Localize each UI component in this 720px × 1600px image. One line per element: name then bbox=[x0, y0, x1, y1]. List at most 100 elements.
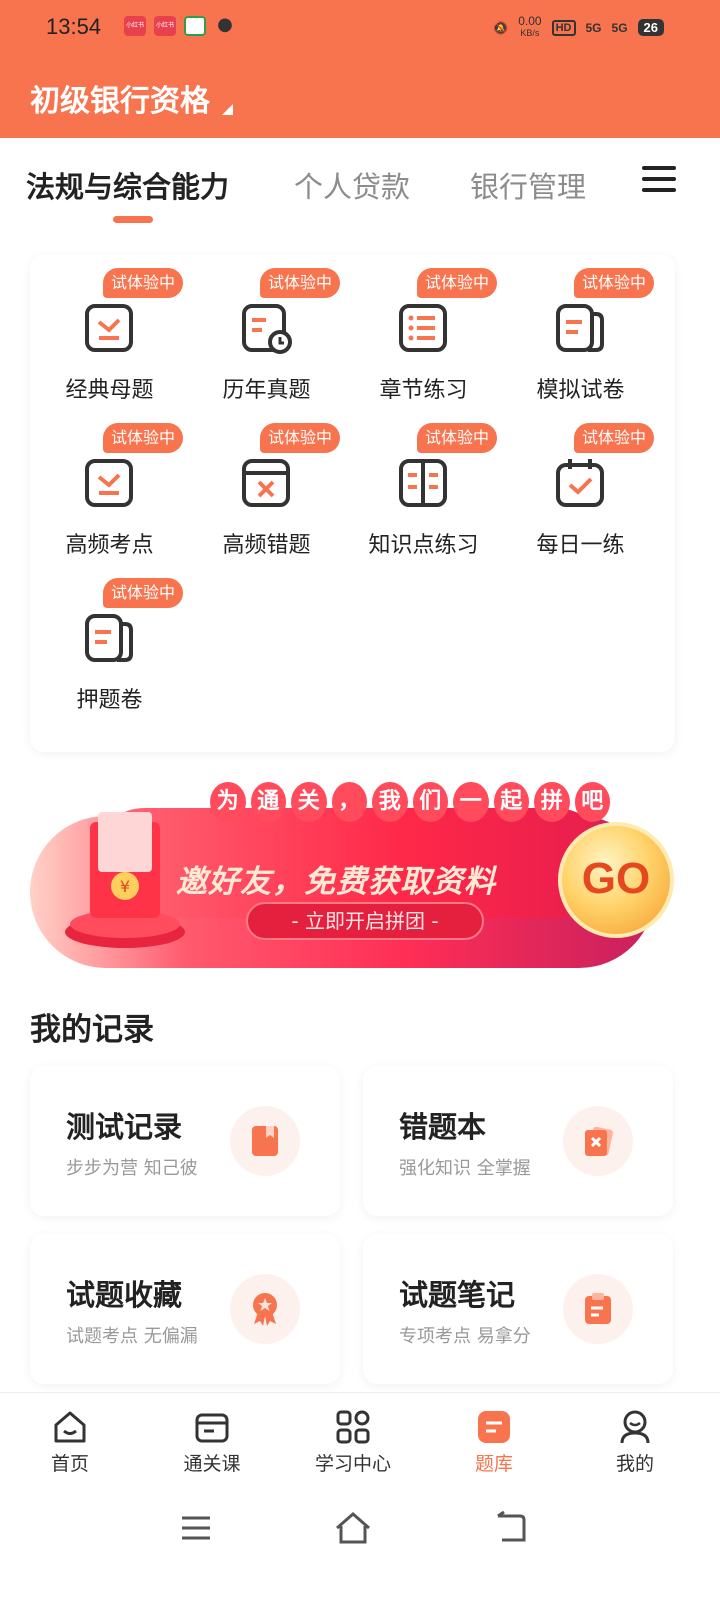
nav-courses[interactable]: 通关课 bbox=[152, 1393, 272, 1489]
grid-item-label: 押题卷 bbox=[76, 688, 143, 713]
profile-icon bbox=[620, 1410, 650, 1444]
wrong-question-icon bbox=[242, 459, 290, 507]
group-buy-banner[interactable]: 为 通 关 ， 我 们 一 起 拼 吧 ¥ 邀好友，免费获取资料 - 立即开启拼… bbox=[30, 782, 675, 970]
recycle-icon bbox=[184, 16, 206, 36]
app-header: 13:54 小红书 小红书 ● 🔕 0.00 KB/s HD 5G 5G 26 … bbox=[0, 0, 720, 138]
card-title: 试题收藏 bbox=[66, 1278, 183, 1312]
active-tab-indicator bbox=[113, 216, 153, 223]
grid-item-label: 历年真题 bbox=[222, 378, 311, 403]
icon-circle bbox=[230, 1106, 300, 1176]
nav-study-center[interactable]: 学习中心 bbox=[293, 1393, 413, 1489]
start-group-button[interactable]: - 立即开启拼团 - bbox=[246, 902, 484, 940]
star-medal-icon bbox=[253, 1293, 277, 1326]
trial-badge: 试体验中 bbox=[574, 268, 655, 298]
go-label: GO bbox=[581, 854, 651, 903]
nav-label: 首页 bbox=[50, 1453, 89, 1475]
grid-item-high-freq[interactable]: 试体验中 高频考点 bbox=[31, 409, 188, 559]
dropdown-triangle-icon[interactable] bbox=[222, 104, 233, 115]
xiaohongshu-icon: 小红书 bbox=[154, 16, 176, 36]
wrong-card-icon bbox=[585, 1126, 613, 1156]
grid-item-wrong[interactable]: 试体验中 高频错题 bbox=[188, 409, 345, 559]
grid-icon bbox=[336, 1410, 370, 1444]
trial-badge: 试体验中 bbox=[417, 268, 498, 298]
bottom-navigation: 首页 通关课 学习中心 题库 我的 bbox=[0, 1392, 720, 1488]
bookmark-icon bbox=[252, 1126, 278, 1156]
grid-item-daily[interactable]: 试体验中 每日一练 bbox=[502, 409, 659, 559]
system-navigation bbox=[0, 1488, 720, 1600]
trial-badge: 试体验中 bbox=[574, 423, 655, 453]
exam-title-selector[interactable]: 初级银行资格 bbox=[30, 76, 210, 120]
question-type-grid: 试体验中 经典母题 试体验中 历年真题 试体验中 章节练习 试体验中 模拟试卷 … bbox=[30, 254, 675, 752]
grid-item-label: 每日一练 bbox=[536, 533, 625, 558]
icon-circle bbox=[563, 1106, 633, 1176]
tab-regulations[interactable]: 法规与综合能力 bbox=[26, 164, 229, 206]
tab-bank-management[interactable]: 银行管理 bbox=[470, 164, 586, 206]
grid-item-knowledge[interactable]: 试体验中 知识点练习 bbox=[345, 409, 502, 559]
start-group-label: - 立即开启拼团 - bbox=[291, 909, 439, 933]
grid-item-label: 章节练习 bbox=[379, 378, 468, 403]
grid-item-label: 高频错题 bbox=[222, 533, 311, 558]
recent-apps-icon[interactable] bbox=[176, 1508, 216, 1548]
card-subtitle: 强化知识 全掌握 bbox=[399, 1158, 531, 1179]
nav-label: 学习中心 bbox=[314, 1453, 391, 1475]
nav-label: 我的 bbox=[615, 1453, 654, 1475]
signal-icon: 5G bbox=[611, 20, 628, 35]
card-subtitle: 步步为营 知己彼 bbox=[66, 1158, 198, 1179]
grid-item-prediction[interactable]: 试体验中 押题卷 bbox=[31, 564, 188, 714]
signal-icon: 5G bbox=[585, 20, 602, 35]
test-records-card[interactable]: 测试记录 步步为营 知己彼 bbox=[30, 1066, 340, 1216]
notes-card[interactable]: 试题笔记 专项考点 易拿分 bbox=[363, 1234, 673, 1384]
paper-stack-icon bbox=[85, 614, 133, 662]
hd-badge: HD bbox=[551, 19, 576, 36]
trial-badge: 试体验中 bbox=[103, 268, 184, 298]
history-exam-icon bbox=[242, 304, 292, 354]
grid-item-label: 高频考点 bbox=[65, 533, 154, 558]
trial-badge: 试体验中 bbox=[417, 423, 498, 453]
grid-item-label: 知识点练习 bbox=[368, 533, 479, 558]
nav-profile[interactable]: 我的 bbox=[575, 1393, 695, 1489]
grid-item-label: 经典母题 bbox=[65, 378, 154, 403]
card-title: 错题本 bbox=[399, 1110, 487, 1144]
open-book-icon bbox=[399, 459, 447, 507]
banner-slogan: 为 通 关 ， 我 们 一 起 拼 吧 bbox=[210, 782, 610, 824]
wrong-questions-card[interactable]: 错题本 强化知识 全掌握 bbox=[363, 1066, 673, 1216]
svg-text:¥: ¥ bbox=[120, 877, 130, 896]
favorites-card[interactable]: 试题收藏 试题考点 无偏漏 bbox=[30, 1234, 340, 1384]
trial-badge: 试体验中 bbox=[260, 268, 341, 298]
go-button[interactable]: GO bbox=[558, 822, 674, 938]
icon-circle bbox=[563, 1274, 633, 1344]
battery-indicator: 26 bbox=[637, 19, 664, 36]
calendar-check-icon bbox=[556, 459, 604, 507]
checkmark-doc-icon bbox=[85, 304, 133, 352]
card-title: 测试记录 bbox=[66, 1110, 183, 1144]
card-icon bbox=[195, 1413, 229, 1443]
grid-item-mock[interactable]: 试体验中 模拟试卷 bbox=[502, 254, 659, 404]
status-indicators: 🔕 0.00 KB/s HD 5G 5G 26 bbox=[493, 14, 664, 39]
tab-personal-loans[interactable]: 个人贷款 bbox=[294, 164, 410, 206]
grid-item-past-exams[interactable]: 试体验中 历年真题 bbox=[188, 254, 345, 404]
grid-item-classic[interactable]: 试体验中 经典母题 bbox=[31, 254, 188, 404]
back-icon[interactable] bbox=[490, 1508, 530, 1548]
trial-badge: 试体验中 bbox=[260, 423, 341, 453]
mute-icon: 🔕 bbox=[493, 20, 509, 35]
grid-item-label: 模拟试卷 bbox=[536, 378, 625, 403]
xiaohongshu-icon: 小红书 bbox=[124, 16, 146, 36]
chat-bubble-icon: ● bbox=[217, 14, 233, 35]
clipboard-icon bbox=[585, 1293, 611, 1324]
status-notifications: 小红书 小红书 ● bbox=[124, 16, 236, 36]
nav-home[interactable]: 首页 bbox=[10, 1393, 130, 1489]
nav-label: 题库 bbox=[474, 1453, 513, 1475]
nav-question-bank[interactable]: 题库 bbox=[434, 1393, 554, 1489]
card-subtitle: 试题考点 无偏漏 bbox=[66, 1326, 198, 1347]
paper-stack-icon bbox=[556, 304, 604, 352]
home-button-icon[interactable] bbox=[333, 1508, 373, 1548]
icon-circle bbox=[230, 1274, 300, 1344]
card-subtitle: 专项考点 易拿分 bbox=[399, 1326, 531, 1347]
menu-icon[interactable] bbox=[642, 166, 676, 194]
question-bank-icon bbox=[478, 1411, 510, 1443]
home-icon bbox=[54, 1411, 86, 1443]
card-title: 试题笔记 bbox=[399, 1278, 516, 1312]
net-speed: 0.00 KB/s bbox=[518, 14, 542, 38]
grid-item-chapter[interactable]: 试体验中 章节练习 bbox=[345, 254, 502, 404]
status-time: 13:54 bbox=[46, 14, 102, 39]
